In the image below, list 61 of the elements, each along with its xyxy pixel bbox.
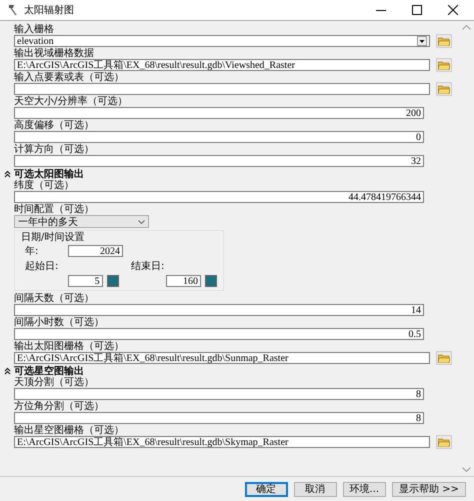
input-field[interactable]: 5 xyxy=(68,275,103,287)
input-field[interactable]: 44.478419766344 xyxy=(14,191,424,203)
field-label: 输入栅格 xyxy=(14,24,55,35)
scroll-up-icon[interactable] xyxy=(462,25,470,30)
field-label: 天空大小/分辨率（可选） xyxy=(14,96,128,107)
folder-icon xyxy=(438,60,450,70)
group-title: 日期/时间设置 xyxy=(21,232,86,243)
close-icon xyxy=(448,5,458,15)
input-field[interactable]: 160 xyxy=(166,275,202,287)
browse-button[interactable] xyxy=(436,34,452,48)
browse-button[interactable] xyxy=(436,58,452,72)
chevron-down-icon xyxy=(138,220,145,224)
input-field[interactable]: E:\ArcGIS\ArcGIS工具箱\EX_68\result\result.gdb\Sunmap_Raster xyxy=(14,352,430,364)
field-label: 输出视域栅格数据 xyxy=(14,48,95,59)
field-label: 起始日: xyxy=(24,260,60,272)
folder-icon xyxy=(438,437,450,447)
window-title: 太阳辐射图 xyxy=(24,4,75,17)
dialog-button[interactable]: 确定 xyxy=(244,482,288,496)
input-field[interactable]: 0 xyxy=(14,131,424,143)
hammer-icon xyxy=(6,4,18,16)
section-title: 可选太阳图输出 xyxy=(14,168,84,180)
collapse-icon[interactable] xyxy=(4,170,11,178)
folder-icon xyxy=(438,84,450,94)
collapse-icon[interactable] xyxy=(4,367,11,375)
field-label: 结束日: xyxy=(131,260,164,272)
field-label: 计算方向（可选） xyxy=(14,144,95,155)
input-field[interactable]: 14 xyxy=(14,304,424,316)
field-label: 纬度（可选） xyxy=(14,180,75,191)
browse-button[interactable] xyxy=(436,82,452,96)
maximize-icon xyxy=(412,5,422,15)
input-field[interactable]: 8 xyxy=(14,388,424,400)
section-title: 可选星空图输出 xyxy=(14,364,84,377)
browse-button[interactable] xyxy=(436,435,452,449)
field-label: 间隔小时数（可选） xyxy=(14,317,105,328)
dialog-button[interactable]: 取消 xyxy=(294,482,337,496)
field-label: 输出太阳图栅格（可选） xyxy=(14,341,125,352)
field-label: 间隔天数（可选） xyxy=(14,293,95,304)
input-field[interactable]: 200 xyxy=(14,107,424,119)
field-label: 方位角分割（可选） xyxy=(14,401,105,412)
dialog-button[interactable]: 环境... xyxy=(342,482,386,496)
input-field[interactable]: 8 xyxy=(14,412,424,424)
combo-field[interactable]: elevation xyxy=(14,35,430,47)
field-label: 输入点要素或表（可选） xyxy=(14,72,125,83)
field-label: 年: xyxy=(24,246,40,256)
input-field[interactable]: 0.5 xyxy=(14,328,424,340)
calendar-button[interactable] xyxy=(106,275,118,287)
input-field[interactable]: 2024 xyxy=(68,245,123,257)
select-field[interactable]: 一年中的多天 xyxy=(14,215,149,228)
browse-button[interactable] xyxy=(436,351,452,365)
scroll-down-icon[interactable] xyxy=(462,467,470,472)
field-label: 时间配置（可选） xyxy=(14,204,95,215)
input-field[interactable]: E:\ArcGIS\ArcGIS工具箱\EX_68\result\result.gdb\Viewshed_Raster xyxy=(14,59,430,71)
folder-icon xyxy=(438,36,450,46)
field-label: 高度偏移（可选） xyxy=(14,120,95,131)
field-label: 天顶分割（可选） xyxy=(14,377,95,388)
input-field[interactable] xyxy=(14,83,430,95)
input-field[interactable]: E:\ArcGIS\ArcGIS工具箱\EX_68\result\result.gdb\Skymap_Raster xyxy=(14,436,430,448)
folder-icon xyxy=(438,353,450,363)
input-field[interactable]: 32 xyxy=(14,155,424,167)
dialog-button[interactable]: 显示帮助 >> xyxy=(392,482,466,496)
field-label: 输出星空图栅格（可选） xyxy=(14,425,125,436)
